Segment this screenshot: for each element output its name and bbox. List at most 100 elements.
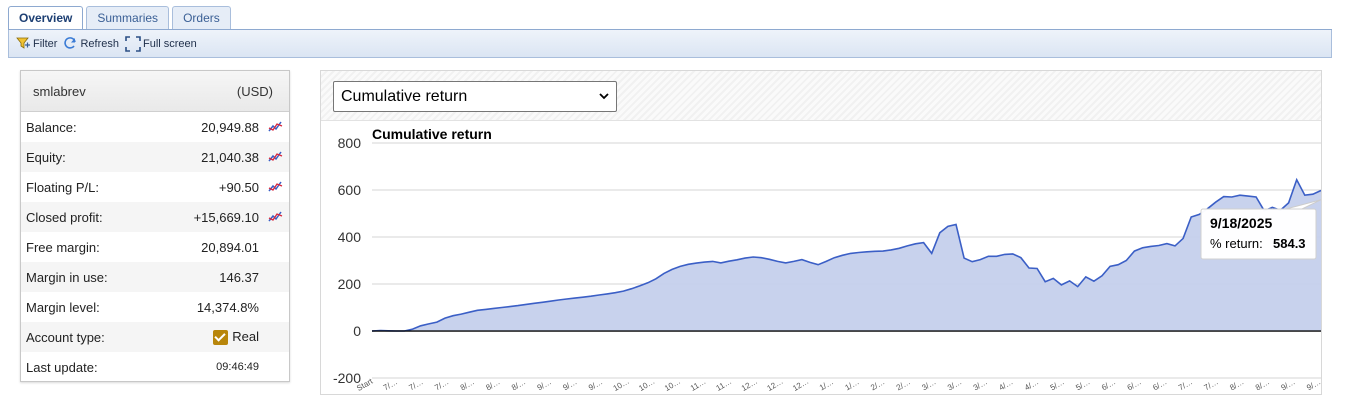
account-row-value: 09:46:49 xyxy=(216,361,259,373)
account-row-value: 146.37 xyxy=(219,269,259,285)
tab-bar: Overview Summaries Orders xyxy=(8,6,234,30)
x-tick-label: 2/… xyxy=(869,377,886,392)
x-tick-label: 4/… xyxy=(1023,377,1040,392)
chart-type-select[interactable]: Cumulative return xyxy=(333,81,617,112)
refresh-label: Refresh xyxy=(80,37,119,50)
x-tick-label: 7/… xyxy=(407,377,424,392)
account-row-value: 20,894.01 xyxy=(201,239,259,255)
toolbar: Filter Refresh Full screen xyxy=(8,30,1332,58)
x-tick-label: 12… xyxy=(791,377,810,393)
series-area xyxy=(372,179,1321,331)
x-tick-label: 10… xyxy=(663,377,682,393)
x-tick-label: 1/… xyxy=(843,377,860,392)
account-row: Equity: 21,040.38 xyxy=(21,142,289,172)
x-tick-label: 3/… xyxy=(946,377,963,392)
chart-panel: Cumulative return Cumulative return 800 60… xyxy=(320,70,1322,395)
x-tick-label: 8/… xyxy=(484,377,501,392)
cumulative-return-chart[interactable]: Cumulative return8006004002000-200Start 7… xyxy=(321,121,1322,394)
x-tick-label: 11… xyxy=(715,377,734,393)
account-row-label: Margin level: xyxy=(26,299,100,315)
account-row-value: +90.50 xyxy=(218,179,259,195)
x-tick-label: 6/… xyxy=(1151,377,1168,392)
account-currency: (USD) xyxy=(236,83,273,99)
y-tick-label: 200 xyxy=(338,276,362,292)
x-tick-label: 7/… xyxy=(433,377,450,392)
account-type-text: Real xyxy=(232,328,259,344)
account-row: Free margin: 20,894.01 xyxy=(21,232,289,262)
x-tick-label: 7/… xyxy=(382,377,399,392)
account-summary-panel: smlabrev (USD) Balance: 20,949.88 Equity: 2… xyxy=(20,70,290,382)
account-row-value: 21,040.38 xyxy=(201,149,259,165)
x-tick-label: 9/… xyxy=(1305,377,1321,392)
tooltip-value: 584.3 xyxy=(1273,236,1306,251)
account-row: Last update: 09:46:49 xyxy=(21,352,289,382)
account-row-value: 20,949.88 xyxy=(201,119,259,135)
y-tick-label: 400 xyxy=(338,229,362,245)
fullscreen-label: Full screen xyxy=(142,37,197,50)
x-tick-label: 5/… xyxy=(1074,377,1091,392)
filter-icon xyxy=(16,37,30,49)
refresh-button[interactable]: Refresh xyxy=(63,36,119,51)
account-row-label: Floating P/L: xyxy=(26,179,99,195)
account-row-label: Equity: xyxy=(26,149,66,165)
x-tick-label: 6/… xyxy=(1100,377,1117,392)
account-row: Closed profit: +15,669.10 xyxy=(21,202,289,232)
x-tick-label: 9/… xyxy=(561,377,578,392)
x-tick-label: 12… xyxy=(766,377,785,393)
x-tick-label: 1/… xyxy=(818,377,835,392)
x-tick-label: 2/… xyxy=(895,377,912,392)
fullscreen-button[interactable]: Full screen xyxy=(125,35,197,52)
x-tick-label: 10… xyxy=(637,377,656,393)
account-row-label: Free margin: xyxy=(26,239,100,255)
x-tick-label: 3/… xyxy=(972,377,989,392)
account-row-value[interactable]: Real xyxy=(213,328,259,346)
filter-button[interactable]: Filter xyxy=(16,36,57,51)
tab-orders[interactable]: Orders xyxy=(172,6,231,29)
account-row: Floating P/L: +90.50 xyxy=(21,172,289,202)
x-tick-label: 8/… xyxy=(1228,377,1245,392)
account-row-label: Account type: xyxy=(26,329,105,345)
account-rows: Balance: 20,949.88 Equity: 21,040.38 Floatin… xyxy=(21,112,289,382)
x-tick-label: 9/… xyxy=(536,377,553,392)
checkbox-checked-icon xyxy=(213,330,229,346)
account-header: smlabrev (USD) xyxy=(21,71,289,112)
x-tick-label: 7/… xyxy=(1203,377,1220,392)
chart-panel-header: Cumulative return xyxy=(321,71,1321,121)
tab-summaries[interactable]: Summaries xyxy=(86,6,170,29)
filter-label: Filter xyxy=(33,37,58,50)
chart-title: Cumulative return xyxy=(372,126,492,142)
fullscreen-icon xyxy=(125,35,141,52)
tooltip-label: % return: xyxy=(1210,236,1263,251)
line-chart-icon[interactable] xyxy=(268,180,283,193)
refresh-icon xyxy=(64,37,77,49)
y-tick-label: 600 xyxy=(338,182,362,198)
account-row-label: Balance: xyxy=(26,119,77,135)
line-chart-icon[interactable] xyxy=(268,150,283,163)
x-tick-label: 5/… xyxy=(1049,377,1066,392)
line-chart-icon[interactable] xyxy=(268,210,283,223)
account-row-label: Margin in use: xyxy=(26,269,108,285)
account-row: Margin in use: 146.37 xyxy=(21,262,289,292)
line-chart-icon[interactable] xyxy=(268,120,283,133)
account-row: Account type: Real xyxy=(21,322,289,352)
chevron-down-icon xyxy=(599,93,609,100)
x-tick-label: 10… xyxy=(612,377,631,393)
account-name: smlabrev xyxy=(33,83,86,99)
chart-type-value: Cumulative return xyxy=(341,87,468,105)
x-tick-label: 4/… xyxy=(997,377,1014,392)
x-tick-label: 11… xyxy=(689,377,708,393)
x-tick-label: 12… xyxy=(740,377,759,393)
tab-overview[interactable]: Overview xyxy=(8,6,84,30)
y-tick-label: 800 xyxy=(338,135,362,151)
tooltip-date: 9/18/2025 xyxy=(1210,215,1272,231)
account-row-value: 14,374.8% xyxy=(196,299,259,315)
x-tick-label: 8/… xyxy=(510,377,527,392)
x-tick-label: 7/… xyxy=(1177,377,1194,392)
y-tick-label: 0 xyxy=(353,323,361,339)
x-tick-label: 8/… xyxy=(1254,377,1271,392)
account-row: Margin level: 14,374.8% xyxy=(21,292,289,322)
x-tick-label: 3/… xyxy=(920,377,937,392)
account-row-label: Last update: xyxy=(26,359,98,375)
account-row-value: +15,669.10 xyxy=(193,209,259,225)
account-row: Balance: 20,949.88 xyxy=(21,112,289,142)
